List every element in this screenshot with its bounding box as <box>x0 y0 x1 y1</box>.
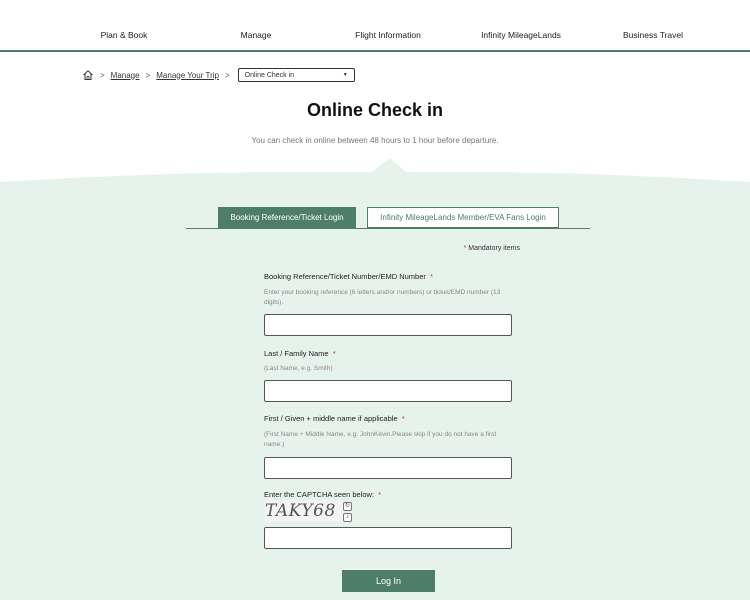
chevron-down-icon: ▼ <box>342 72 348 78</box>
breadcrumb-separator: > <box>100 70 105 80</box>
captcha-input[interactable] <box>264 527 512 549</box>
nav-plan-book[interactable]: Plan & Book <box>101 30 148 40</box>
home-icon[interactable] <box>82 69 94 81</box>
booking-reference-label: Booking Reference/Ticket Number/EMD Numb… <box>264 272 433 281</box>
breadcrumb-page-select[interactable]: Online Check in ▼ <box>237 68 355 82</box>
first-name-hint: (First Name + Middle Name, e.g. JohnKevi… <box>264 431 497 448</box>
last-name-label: Last / Family Name * <box>264 349 336 358</box>
last-name-hint: (Last Name, e.g. Smith) <box>264 365 333 372</box>
last-name-input[interactable] <box>264 380 512 402</box>
nav-manage[interactable]: Manage <box>241 30 272 40</box>
breadcrumb-link-manage[interactable]: Manage <box>111 71 140 80</box>
refresh-icon[interactable]: ↻ <box>343 502 352 511</box>
login-tabs: Booking Reference/Ticket Login Infinity … <box>186 207 590 229</box>
audio-icon[interactable]: ♪ <box>343 513 352 522</box>
captcha-text: TAKY68 <box>265 501 336 521</box>
breadcrumb-select-value: Online Check in <box>244 71 295 79</box>
breadcrumb-separator: > <box>145 70 151 80</box>
booking-reference-input[interactable] <box>264 314 512 336</box>
login-button[interactable]: Log In <box>342 570 435 592</box>
page-title: Online Check in <box>306 100 444 120</box>
top-navigation: Plan & Book Manage Flight Information In… <box>0 0 750 52</box>
nav-flight-information[interactable]: Flight Information <box>355 30 421 40</box>
nav-business-travel[interactable]: Business Travel <box>623 30 683 40</box>
breadcrumb-separator: > <box>224 70 230 80</box>
captcha-label: Enter the CAPTCHA seen below: * <box>264 490 382 499</box>
captcha-image: TAKY68 <box>265 500 343 522</box>
first-name-label: First / Given + middle name if applicabl… <box>264 414 405 423</box>
booking-reference-hint: Enter your booking reference (6 letters … <box>264 289 501 306</box>
nav-infinity-mileagelands[interactable]: Infinity MileageLands <box>481 30 561 40</box>
tab-booking-reference-login[interactable]: Booking Reference/Ticket Login <box>218 207 356 228</box>
page-subtitle: You can check in online between 48 hours… <box>251 136 499 145</box>
first-name-input[interactable] <box>264 457 512 479</box>
tab-mileagelands-login[interactable]: Infinity MileageLands Member/EVA Fans Lo… <box>367 207 559 228</box>
mandatory-note: * Mandatory items <box>463 245 520 252</box>
breadcrumb: > Manage > Manage Your Trip > Online Che… <box>82 68 355 82</box>
breadcrumb-link-manage-your-trip[interactable]: Manage Your Trip <box>156 71 219 80</box>
